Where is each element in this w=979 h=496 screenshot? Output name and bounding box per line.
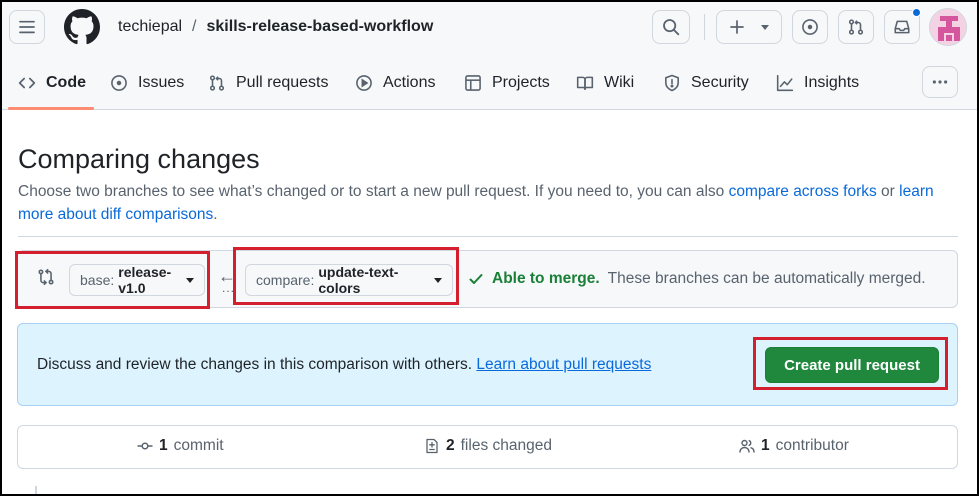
commits-summary[interactable]: 1 commit — [137, 437, 224, 455]
shield-icon — [665, 74, 679, 92]
graph-icon — [776, 74, 794, 92]
tab-security[interactable]: Security — [663, 70, 749, 96]
merge-ok-text: Able to merge. — [492, 270, 600, 287]
tab-label: Insights — [804, 74, 860, 91]
book-icon — [576, 76, 594, 90]
description-text: Choose two branches to see what’s change… — [18, 183, 729, 200]
page-description: Choose two branches to see what’s change… — [18, 180, 963, 226]
global-menu-button[interactable] — [9, 10, 45, 44]
breadcrumb: techiepal / skills-release-based-workflo… — [118, 18, 433, 36]
code-icon — [18, 77, 36, 89]
git-pull-request-icon — [209, 75, 225, 91]
chevron-down-icon — [761, 24, 769, 30]
top-bar: techiepal / skills-release-based-workflo… — [0, 0, 979, 56]
compare-branch-value: update-text-colors — [318, 264, 399, 296]
compare-label: compare: — [256, 272, 315, 288]
description-text: or — [876, 183, 900, 200]
tab-pull-requests[interactable]: Pull requests — [208, 70, 329, 96]
play-icon — [356, 75, 372, 91]
tab-label: Projects — [492, 74, 550, 91]
base-branch-select[interactable]: base: release-v1.0 — [69, 264, 205, 296]
your-issues-button[interactable] — [792, 10, 828, 44]
section-divider — [18, 236, 958, 237]
tab-label: Issues — [138, 74, 185, 91]
notification-indicator — [912, 8, 921, 17]
repo-tabs: Code Issues Pull requests Actions Projec… — [0, 64, 979, 110]
timeline-line — [35, 486, 37, 496]
check-icon — [469, 274, 483, 284]
people-icon — [739, 439, 755, 453]
tab-actions[interactable]: Actions — [355, 70, 435, 96]
ellipsis-icon: ... — [222, 281, 236, 295]
repo-owner-link[interactable]: techiepal — [118, 18, 182, 36]
page-title: Comparing changes — [18, 144, 260, 174]
tab-label: Actions — [383, 74, 436, 91]
merge-status: Able to merge. These branches can be aut… — [468, 270, 926, 288]
chevron-down-icon — [186, 277, 194, 283]
merge-detail-text: These branches can be automatically merg… — [607, 270, 926, 287]
contributors-label: contributor — [775, 437, 849, 454]
flash-message: Discuss and review the changes in this c… — [37, 356, 651, 374]
learn-about-pull-requests-link[interactable]: Learn about pull requests — [476, 356, 651, 373]
compare-branch-select[interactable]: compare: update-text-colors — [245, 264, 453, 296]
repo-header: techiepal / skills-release-based-workflo… — [0, 0, 979, 110]
header-divider — [704, 14, 705, 40]
tab-label: Pull requests — [236, 74, 329, 91]
base-label: base: — [80, 272, 115, 288]
your-pull-requests-button[interactable] — [838, 10, 874, 44]
menu-icon — [19, 20, 35, 34]
files-label: files changed — [460, 437, 552, 454]
tab-insights[interactable]: Insights — [776, 70, 859, 96]
inbox-icon — [894, 20, 910, 34]
contributors-summary[interactable]: 1 contributor — [739, 437, 849, 455]
issue-opened-icon — [802, 19, 818, 35]
table-icon — [465, 75, 481, 91]
search-button[interactable] — [652, 10, 690, 44]
tab-code[interactable]: Code — [18, 70, 86, 96]
commits-label: commit — [173, 437, 224, 454]
breadcrumb-separator: / — [192, 18, 197, 35]
compare-across-forks-link[interactable]: compare across forks — [729, 183, 877, 200]
file-diff-icon — [426, 438, 438, 454]
flash-text: Discuss and review the changes in this c… — [37, 356, 473, 373]
chevron-down-icon — [434, 277, 442, 283]
commits-count: 1 — [159, 437, 168, 454]
files-changed-summary[interactable]: 2 files changed — [424, 437, 552, 455]
user-avatar[interactable] — [929, 8, 967, 46]
active-tab-underline — [8, 107, 94, 110]
create-pull-request-button[interactable]: Create pull request — [765, 347, 939, 383]
identicon-avatar-icon — [930, 9, 966, 45]
issue-opened-icon — [111, 75, 127, 91]
tab-issues[interactable]: Issues — [110, 70, 184, 96]
files-count: 2 — [446, 437, 455, 454]
description-text: . — [213, 206, 218, 223]
base-branch-value: release-v1.0 — [118, 264, 172, 296]
tab-projects[interactable]: Projects — [464, 70, 550, 96]
tab-label: Code — [46, 74, 86, 91]
repo-name-link[interactable]: skills-release-based-workflow — [207, 18, 434, 36]
more-tabs-button[interactable] — [922, 66, 958, 98]
git-commit-icon — [137, 442, 153, 450]
git-compare-icon — [38, 268, 54, 286]
kebab-horizontal-icon — [932, 80, 948, 84]
search-icon — [663, 19, 680, 36]
plus-icon — [730, 20, 744, 34]
git-pull-request-icon — [848, 19, 864, 35]
tab-wiki[interactable]: Wiki — [576, 70, 634, 96]
tab-label: Security — [691, 74, 749, 91]
contributors-count: 1 — [761, 437, 770, 454]
create-new-button[interactable] — [716, 10, 782, 44]
tab-label: Wiki — [604, 74, 635, 91]
github-logo-icon[interactable] — [64, 9, 100, 45]
